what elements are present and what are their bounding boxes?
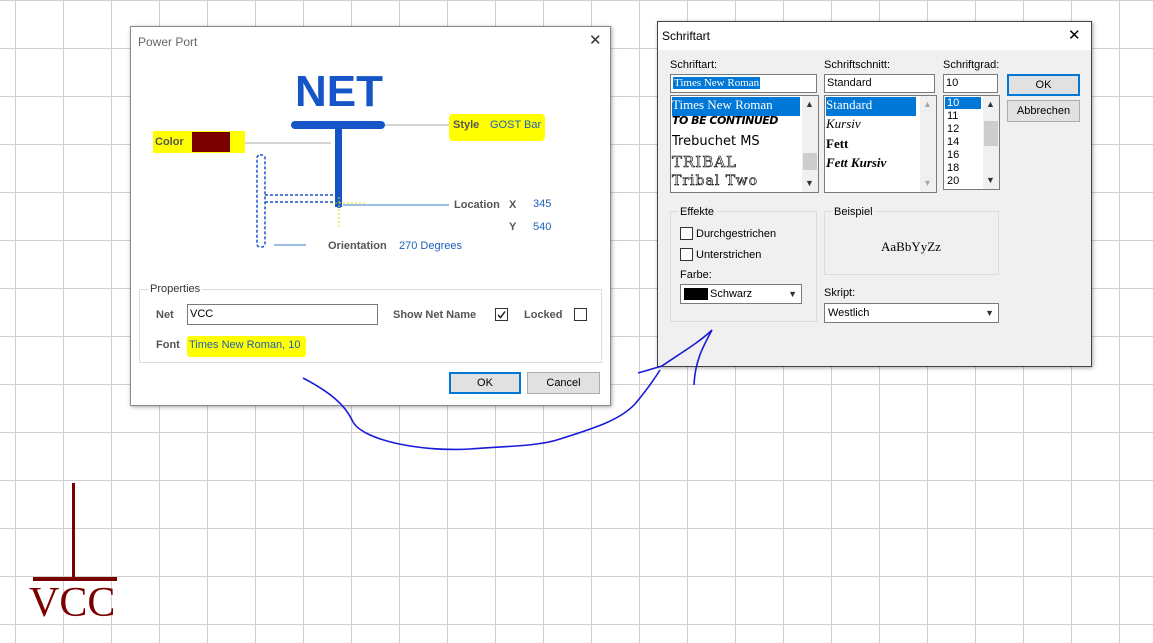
- vcc-power-symbol[interactable]: VCC: [28, 480, 123, 625]
- vcc-stem: [72, 483, 75, 579]
- annotation-arrowhead: [637, 329, 713, 386]
- annotation-arrow: [302, 329, 713, 451]
- vcc-label: VCC: [29, 580, 116, 626]
- annotation-curve: [302, 369, 661, 451]
